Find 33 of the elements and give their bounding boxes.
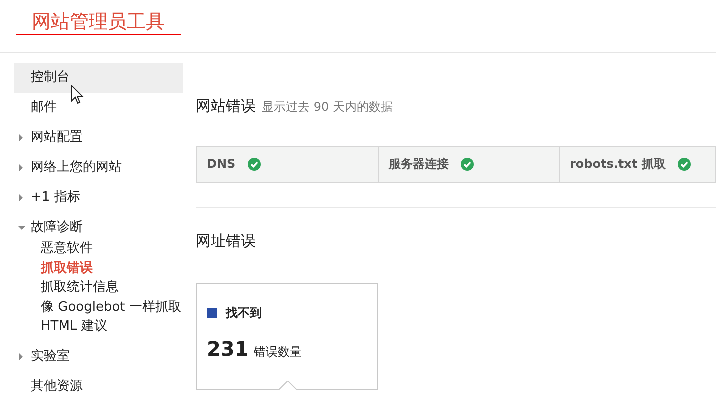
error-card[interactable]: 找不到 231 错误数量 xyxy=(196,282,378,390)
expand-arrow-icon[interactable] xyxy=(18,225,26,231)
sidebar-item[interactable]: 邮件 xyxy=(14,93,183,123)
status-column[interactable]: robots.txt 抓取 xyxy=(559,146,716,182)
check-icon xyxy=(678,158,691,170)
sidebar-item[interactable]: 控制台 xyxy=(14,63,183,93)
count-label: 错误数量 xyxy=(254,344,302,360)
sidebar-item[interactable]: +1 指标 xyxy=(14,183,183,213)
sidebar-subitem[interactable]: HTML 建议 xyxy=(14,317,183,336)
sidebar-subitem[interactable]: 抓取错误 xyxy=(14,258,183,278)
pointer-notch-icon xyxy=(279,380,297,390)
site-title: 网站管理员工具 xyxy=(16,11,181,35)
section-title: 网站错误 xyxy=(196,96,256,117)
status-column[interactable]: DNS xyxy=(197,146,378,182)
status-column[interactable]: 服务器连接 xyxy=(378,146,559,182)
section-title: 网址错误 xyxy=(196,230,256,252)
check-icon xyxy=(248,158,261,170)
sidebar-item[interactable]: 其他资源 xyxy=(14,372,183,402)
sidebar-subitem[interactable]: 恶意软件 xyxy=(14,239,183,258)
sidebar-subitem[interactable]: 像 Googlebot 一样抓取 xyxy=(14,298,183,317)
check-icon xyxy=(461,158,474,170)
error-count: 231 xyxy=(207,336,249,362)
card-label: 找不到 xyxy=(226,304,262,322)
expand-arrow-icon[interactable] xyxy=(18,352,24,360)
expand-arrow-icon[interactable] xyxy=(18,134,24,142)
sidebar-item[interactable]: 实验室 xyxy=(14,342,183,372)
sidebar-item[interactable]: 网站配置 xyxy=(14,123,183,153)
mouse-cursor-icon xyxy=(71,85,84,105)
section-subtitle: 显示过去 90 天内的数据 xyxy=(262,99,393,116)
sidebar-item[interactable]: 网络上您的网站 xyxy=(14,153,183,183)
expand-arrow-icon[interactable] xyxy=(18,164,24,172)
expand-arrow-icon[interactable] xyxy=(18,194,24,202)
sidebar-subitem[interactable]: 抓取统计信息 xyxy=(14,278,183,298)
